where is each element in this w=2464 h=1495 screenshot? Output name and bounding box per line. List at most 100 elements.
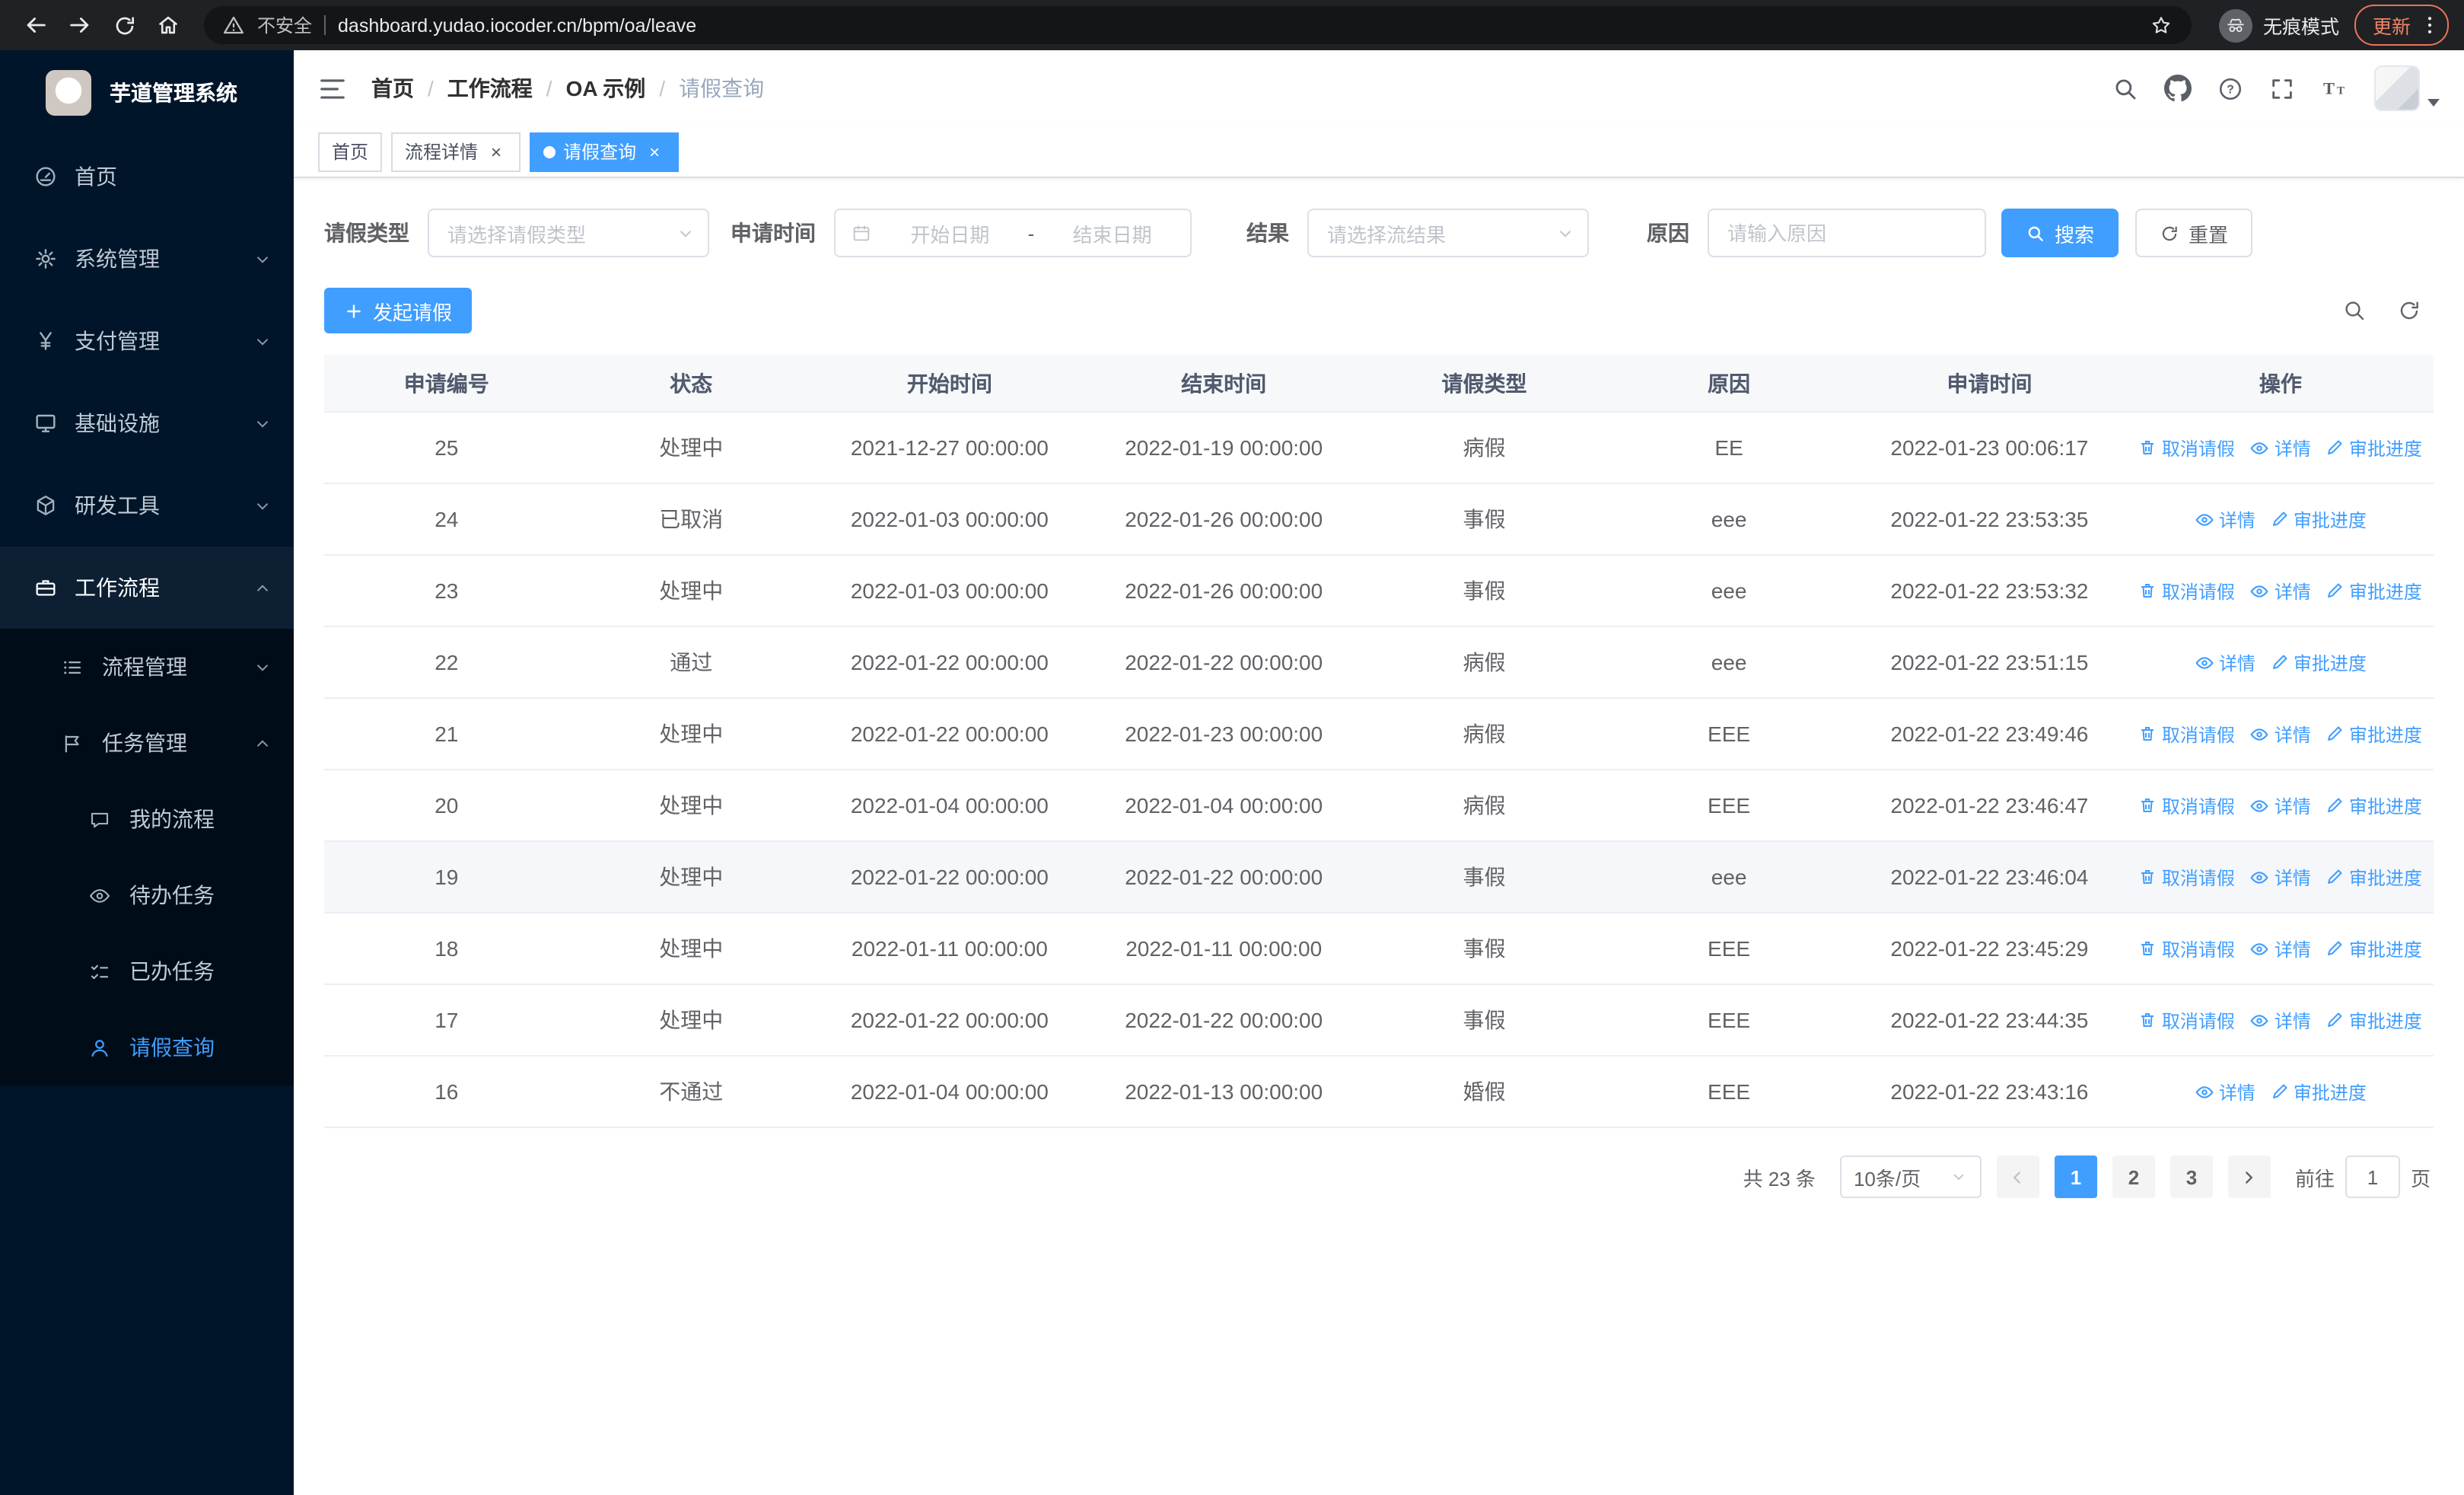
progress-action-link[interactable]: 审批进度 <box>2326 936 2422 961</box>
sidebar-item-dev-tools[interactable]: 研发工具 <box>0 464 294 547</box>
leave-type-select[interactable]: 请选择请假类型 <box>428 209 709 257</box>
detail-action-link[interactable]: 详情 <box>2250 936 2311 961</box>
breadcrumb-separator: / <box>428 76 434 100</box>
cancel-action-label: 取消请假 <box>2161 724 2235 745</box>
close-icon[interactable]: × <box>485 141 507 162</box>
sidebar-toggle-icon[interactable] <box>318 74 347 103</box>
browser-home-button[interactable] <box>148 5 189 46</box>
sidebar-item-leave-query[interactable]: 请假查询 <box>0 1009 294 1085</box>
reason-input[interactable] <box>1727 222 1966 244</box>
cancel-action-link[interactable]: 取消请假 <box>2139 435 2235 461</box>
user-menu[interactable] <box>2374 65 2440 111</box>
browser-menu-icon[interactable] <box>2418 14 2441 37</box>
person-icon <box>88 1036 114 1059</box>
progress-action-link[interactable]: 审批进度 <box>2326 864 2422 890</box>
progress-action-link[interactable]: 审批进度 <box>2326 1007 2422 1033</box>
progress-action-link[interactable]: 审批进度 <box>2326 792 2422 818</box>
prev-page-button[interactable] <box>1996 1156 2039 1198</box>
detail-action-link[interactable]: 详情 <box>2250 435 2311 461</box>
detail-action-link[interactable]: 详情 <box>2195 1079 2255 1105</box>
sidebar-item-done-tasks[interactable]: 已办任务 <box>0 933 294 1009</box>
sidebar-item-infrastructure[interactable]: 基础设施 <box>0 382 294 464</box>
cancel-action-link[interactable]: 取消请假 <box>2139 578 2235 604</box>
cell-reason: EEE <box>1708 722 1751 746</box>
browser-forward-button[interactable] <box>59 5 100 46</box>
sidebar-item-system[interactable]: 系统管理 <box>0 218 294 300</box>
sidebar-item-label: 我的流程 <box>129 807 215 831</box>
avatar[interactable] <box>2374 65 2420 111</box>
sidebar-item-home[interactable]: 首页 <box>0 135 294 218</box>
fullscreen-icon[interactable] <box>2269 75 2295 101</box>
create-leave-button[interactable]: 发起请假 <box>324 288 473 333</box>
apply-time-range-picker[interactable]: 开始日期 - 结束日期 <box>834 209 1192 257</box>
cell-actions: 详情 审批进度 <box>2128 649 2434 675</box>
cell-start: 2022-01-22 00:00:00 <box>850 1008 1049 1032</box>
breadcrumb-item[interactable]: OA 示例 <box>566 73 646 104</box>
sidebar-item-workflow[interactable]: 工作流程 <box>0 547 294 629</box>
page-button-3[interactable]: 3 <box>2170 1156 2213 1198</box>
sidebar-item-my-processes[interactable]: 我的流程 <box>0 781 294 857</box>
cancel-action-link[interactable]: 取消请假 <box>2139 864 2235 890</box>
reset-button[interactable]: 重置 <box>2135 209 2253 257</box>
progress-action-link[interactable]: 审批进度 <box>2326 435 2422 461</box>
font-size-icon[interactable]: TT <box>2321 75 2348 102</box>
refresh-table-icon[interactable] <box>2397 298 2421 323</box>
cell-applied: 2022-01-22 23:46:04 <box>1890 865 2089 889</box>
result-select[interactable]: 请选择流结果 <box>1307 209 1589 257</box>
cell-end: 2022-01-23 00:00:00 <box>1125 722 1323 746</box>
table-row: 17 处理中 2022-01-22 00:00:00 2022-01-22 00:00… <box>324 985 2434 1057</box>
cancel-action-link[interactable]: 取消请假 <box>2139 1007 2235 1033</box>
active-dot <box>543 145 556 158</box>
sidebar-item-todo-tasks[interactable]: 待办任务 <box>0 857 294 933</box>
cell-status: 不通过 <box>659 1079 724 1104</box>
goto-page-input[interactable] <box>2345 1156 2400 1198</box>
cancel-action-link[interactable]: 取消请假 <box>2139 936 2235 961</box>
progress-action-link[interactable]: 审批进度 <box>2271 649 2367 675</box>
main-area: 首页 / 工作流程 / OA 示例 / 请假查询 ? T T 首页 流程详情 ×… <box>294 50 2464 1495</box>
toggle-search-icon[interactable] <box>2342 298 2367 323</box>
cell-end: 2022-01-26 00:00:00 <box>1125 579 1323 603</box>
page-size-select[interactable]: 10条/页 <box>1839 1156 1982 1198</box>
address-bar[interactable]: 不安全 dashboard.yudao.iocoder.cn/bpm/oa/le… <box>204 6 2192 44</box>
progress-action-label: 审批进度 <box>2348 1010 2422 1031</box>
help-icon[interactable]: ? <box>2217 75 2243 101</box>
breadcrumb-item[interactable]: 首页 <box>371 73 414 104</box>
detail-action-link[interactable]: 详情 <box>2250 792 2311 818</box>
search-icon[interactable] <box>2112 75 2138 101</box>
progress-action-link[interactable]: 审批进度 <box>2271 506 2367 532</box>
page-button-2[interactable]: 2 <box>2112 1156 2155 1198</box>
sidebar-item-task-management[interactable]: 任务管理 <box>0 705 294 781</box>
navbar: 首页 / 工作流程 / OA 示例 / 请假查询 ? T T <box>294 50 2464 126</box>
browser-back-button[interactable] <box>15 5 56 46</box>
search-button[interactable]: 搜索 <box>2001 209 2119 257</box>
browser-update-button[interactable]: 更新 <box>2354 5 2449 46</box>
logo: 芋道管理系统 <box>0 50 294 135</box>
browser-reload-button[interactable] <box>103 5 145 46</box>
detail-action-link[interactable]: 详情 <box>2250 721 2311 747</box>
next-page-button[interactable] <box>2227 1156 2271 1198</box>
close-icon[interactable]: × <box>644 141 665 162</box>
detail-action-link[interactable]: 详情 <box>2250 578 2311 604</box>
range-separator: - <box>1027 222 1035 244</box>
cancel-action-link[interactable]: 取消请假 <box>2139 792 2235 818</box>
progress-action-link[interactable]: 审批进度 <box>2271 1079 2367 1105</box>
progress-action-label: 审批进度 <box>2348 438 2422 459</box>
bookmark-star-icon[interactable] <box>2149 13 2173 37</box>
eye-icon <box>88 884 114 907</box>
tab-home[interactable]: 首页 <box>318 132 383 171</box>
progress-action-link[interactable]: 审批进度 <box>2326 578 2422 604</box>
tab-leave-query[interactable]: 请假查询 × <box>530 132 680 171</box>
cancel-action-link[interactable]: 取消请假 <box>2139 721 2235 747</box>
sidebar-item-payment[interactable]: 支付管理 <box>0 300 294 382</box>
breadcrumb-item[interactable]: 工作流程 <box>447 73 533 104</box>
detail-action-link[interactable]: 详情 <box>2195 649 2255 675</box>
detail-action-link[interactable]: 详情 <box>2250 1007 2311 1033</box>
tab-process-detail[interactable]: 流程详情 × <box>391 132 521 171</box>
detail-action-link[interactable]: 详情 <box>2195 506 2255 532</box>
progress-action-link[interactable]: 审批进度 <box>2326 721 2422 747</box>
sidebar-item-process-management[interactable]: 流程管理 <box>0 629 294 705</box>
page-button-1[interactable]: 1 <box>2054 1156 2097 1198</box>
logo-title: 芋道管理系统 <box>110 81 237 105</box>
github-icon[interactable] <box>2164 75 2192 102</box>
detail-action-link[interactable]: 详情 <box>2250 864 2311 890</box>
